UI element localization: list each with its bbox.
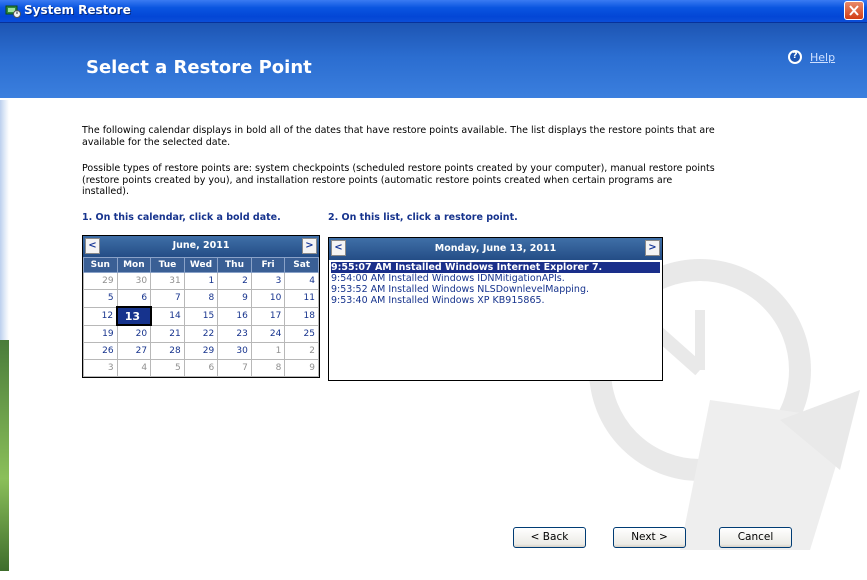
calendar-day[interactable]: 29 xyxy=(83,272,118,290)
help-icon[interactable]: ? xyxy=(788,50,802,64)
close-button[interactable] xyxy=(844,1,864,20)
weekday-sun: Sun xyxy=(83,257,118,273)
next-button[interactable]: Next > xyxy=(613,527,686,548)
calendar-day[interactable]: 7 xyxy=(217,359,252,377)
weekday-fri: Fri xyxy=(250,257,286,273)
calendar-day[interactable]: 14 xyxy=(150,306,185,326)
calendar-day[interactable]: 4 xyxy=(284,272,319,290)
calendar-day[interactable]: 25 xyxy=(284,324,319,343)
calendar-day[interactable]: 19 xyxy=(83,324,118,343)
desktop-background-edge xyxy=(0,340,9,571)
restore-types-paragraph: Possible types of restore points are: sy… xyxy=(82,163,715,197)
calendar-header: < June, 2011 > xyxy=(83,236,319,257)
calendar-day-selected[interactable]: 13 xyxy=(116,306,152,326)
weekday-tue: Tue xyxy=(150,257,185,273)
calendar-day[interactable]: 22 xyxy=(183,324,219,343)
calendar-day[interactable]: 2 xyxy=(217,272,252,290)
calendar-day[interactable]: 3 xyxy=(83,359,118,377)
calendar-day[interactable]: 30 xyxy=(217,342,252,360)
calendar-next-month-button[interactable]: > xyxy=(302,238,317,254)
calendar-day[interactable]: 9 xyxy=(217,289,252,308)
restore-point-item[interactable]: 9:53:52 AM Installed Windows NLSDownleve… xyxy=(329,284,662,295)
calendar-day[interactable]: 15 xyxy=(183,306,219,326)
restore-point-list: < Monday, June 13, 2011 > 9:55:07 AM Ins… xyxy=(328,237,663,381)
calendar-day[interactable]: 12 xyxy=(83,306,118,326)
step2-label: 2. On this list, click a restore point. xyxy=(328,212,518,223)
calendar-grid: Sun Mon Tue Wed Thu Fri Sat 29 30 31 1 2… xyxy=(83,257,319,377)
calendar-day[interactable]: 10 xyxy=(250,289,286,308)
calendar-day[interactable]: 28 xyxy=(150,342,185,360)
calendar-day[interactable]: 6 xyxy=(183,359,219,377)
calendar-day[interactable]: 5 xyxy=(150,359,185,377)
calendar-day[interactable]: 11 xyxy=(284,289,319,308)
calendar-day[interactable]: 29 xyxy=(183,342,219,360)
cancel-button[interactable]: Cancel xyxy=(719,527,792,548)
calendar-day[interactable]: 1 xyxy=(183,272,219,290)
calendar-day[interactable]: 3 xyxy=(250,272,286,290)
step1-label: 1. On this calendar, click a bold date. xyxy=(82,212,281,223)
calendar-day[interactable]: 27 xyxy=(116,342,152,360)
calendar-day[interactable]: 17 xyxy=(250,306,286,326)
calendar-day[interactable]: 1 xyxy=(250,342,286,360)
calendar-day[interactable]: 31 xyxy=(150,272,185,290)
restore-point-item-selected[interactable]: 9:55:07 AM Installed Windows Internet Ex… xyxy=(330,261,661,274)
calendar-day[interactable]: 23 xyxy=(217,324,252,343)
calendar-day[interactable]: 2 xyxy=(284,342,319,360)
window-title: System Restore xyxy=(24,3,131,17)
title-bar: System Restore xyxy=(0,0,867,23)
list-next-day-button[interactable]: > xyxy=(645,240,660,256)
restore-point-item[interactable]: 9:54:00 AM Installed Windows IDNMitigati… xyxy=(329,273,662,284)
header-divider xyxy=(0,98,867,100)
calendar-day[interactable]: 9 xyxy=(284,359,319,377)
back-button[interactable]: < Back xyxy=(513,527,586,548)
weekday-mon: Mon xyxy=(116,257,152,273)
calendar-day[interactable]: 24 xyxy=(250,324,286,343)
calendar-day[interactable]: 4 xyxy=(116,359,152,377)
restore-list-date: Monday, June 13, 2011 xyxy=(434,243,557,254)
calendar-day[interactable]: 7 xyxy=(150,289,185,308)
weekday-sat: Sat xyxy=(284,257,319,273)
calendar-day[interactable]: 16 xyxy=(217,306,252,326)
calendar-month-title: June, 2011 xyxy=(172,240,230,251)
system-restore-icon xyxy=(5,5,21,18)
restore-list-items: 9:55:07 AM Installed Windows Internet Ex… xyxy=(329,260,662,306)
restore-point-item[interactable]: 9:53:40 AM Installed Windows XP KB915865… xyxy=(329,295,662,306)
calendar-day[interactable]: 20 xyxy=(116,324,152,343)
help-link[interactable]: Help xyxy=(810,51,835,64)
close-icon xyxy=(849,5,859,16)
weekday-wed: Wed xyxy=(183,257,219,273)
calendar-day[interactable]: 30 xyxy=(116,272,152,290)
calendar-day[interactable]: 6 xyxy=(116,289,152,308)
header-band: Select a Restore Point ? Help xyxy=(0,23,867,98)
calendar-day[interactable]: 26 xyxy=(83,342,118,360)
calendar-day[interactable]: 18 xyxy=(284,306,319,326)
page-title: Select a Restore Point xyxy=(86,57,312,78)
restore-list-header: < Monday, June 13, 2011 > xyxy=(329,238,662,260)
calendar-day[interactable]: 8 xyxy=(250,359,286,377)
description-paragraph: The following calendar displays in bold … xyxy=(82,125,715,148)
calendar-day[interactable]: 21 xyxy=(150,324,185,343)
calendar-day[interactable]: 8 xyxy=(183,289,219,308)
weekday-thu: Thu xyxy=(217,257,252,273)
calendar-day[interactable]: 5 xyxy=(83,289,118,308)
calendar: < June, 2011 > Sun Mon Tue Wed Thu Fri S… xyxy=(82,235,320,378)
